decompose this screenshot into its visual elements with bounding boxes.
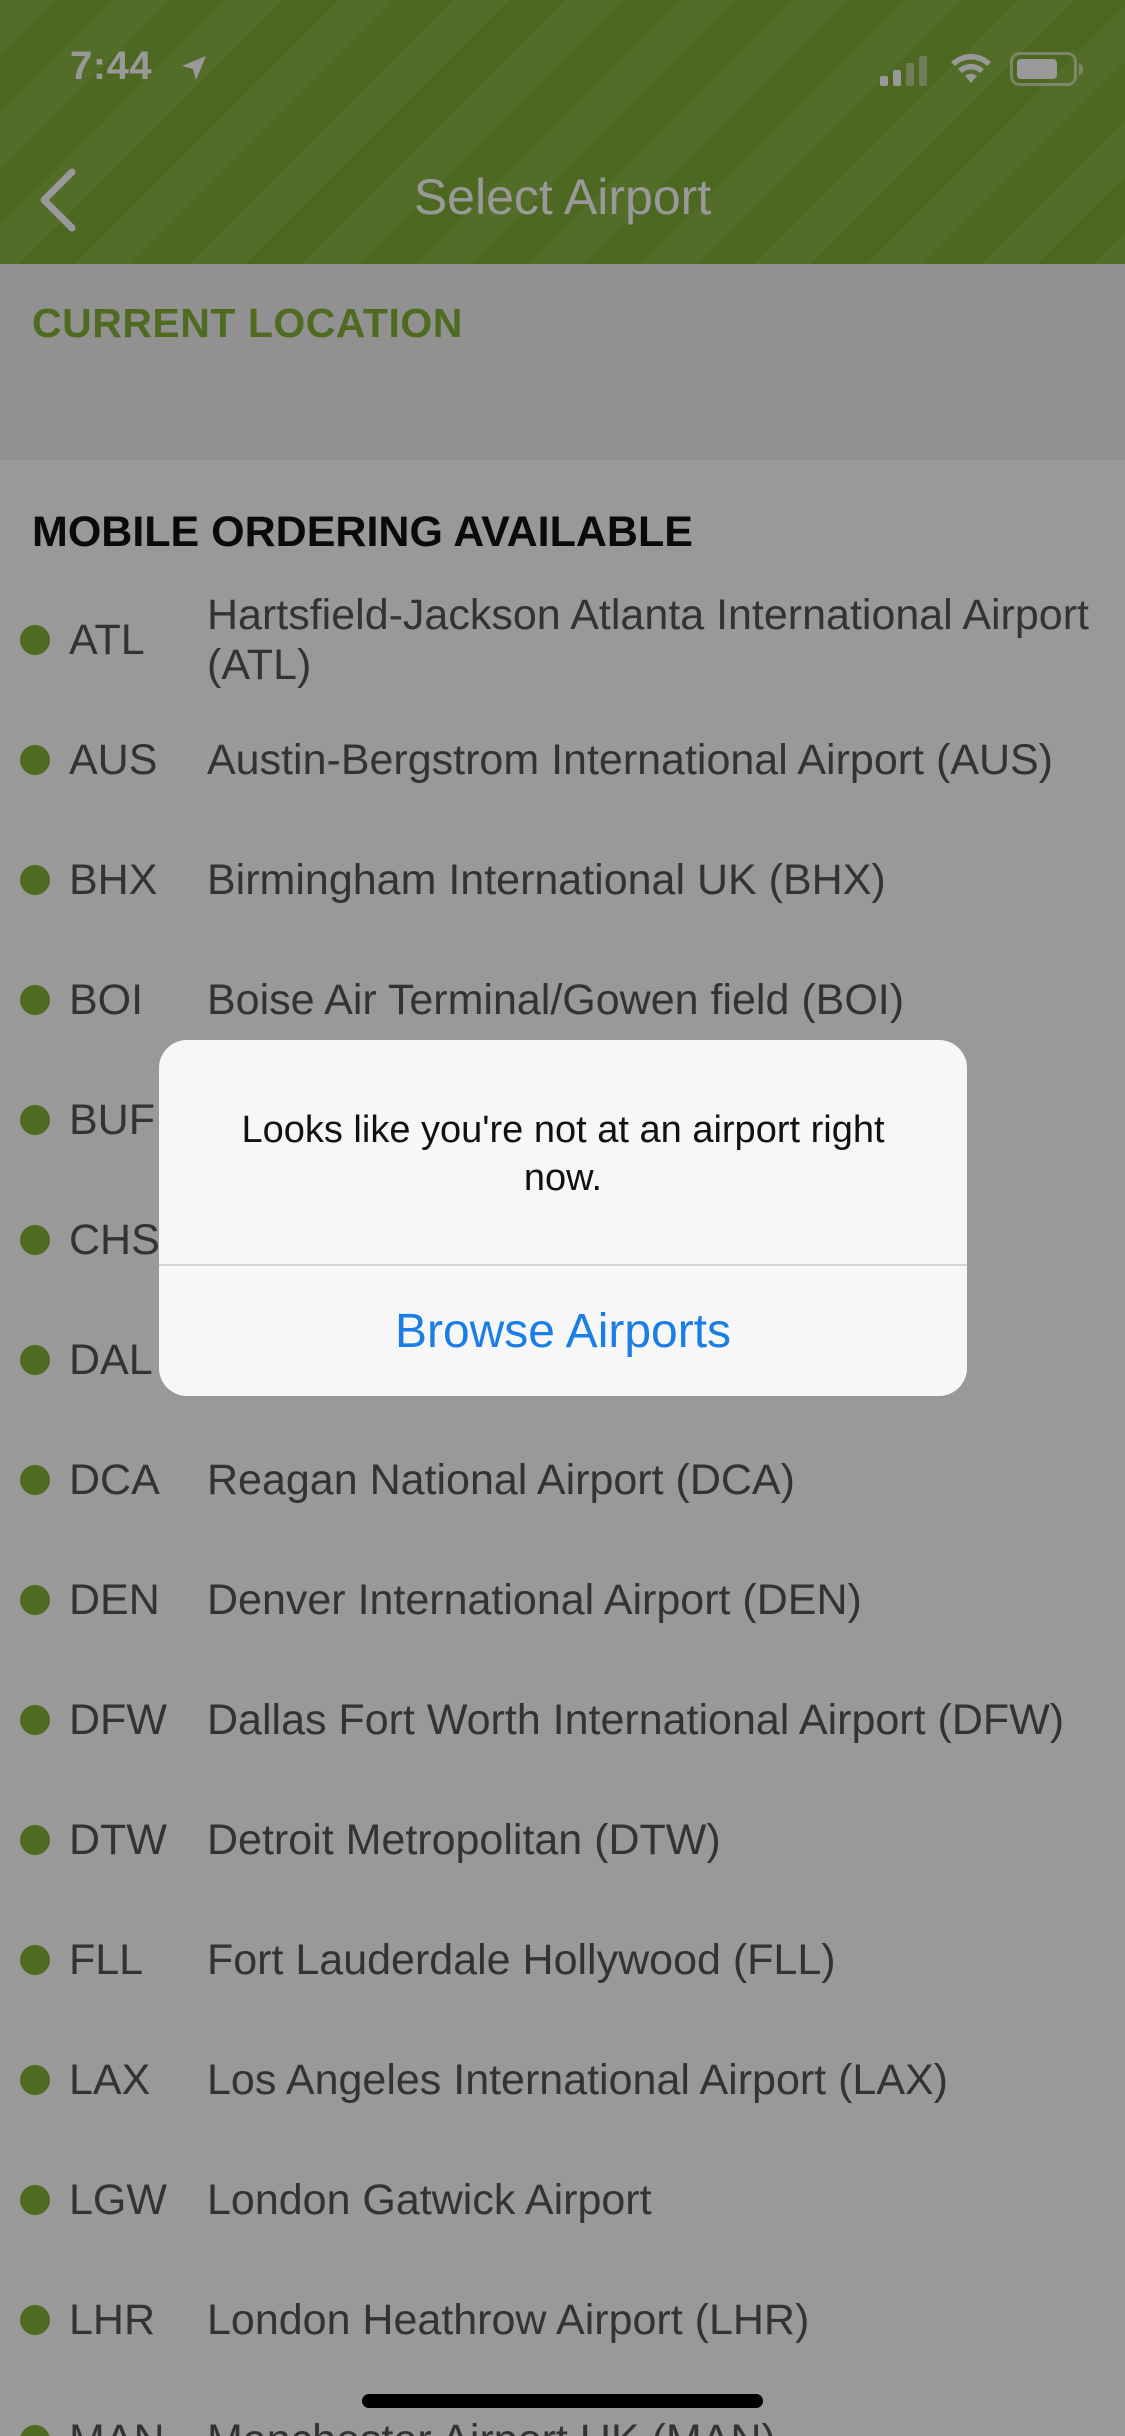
alert-message: Looks like you're not at an airport righ… — [241, 1109, 885, 1199]
not-at-airport-alert: Looks like you're not at an airport righ… — [159, 1040, 967, 1396]
browse-airports-button[interactable]: Browse Airports — [159, 1266, 967, 1396]
home-indicator[interactable] — [362, 2394, 763, 2408]
screen: 7:44 Select Airport CURRENT LOCATION MOB… — [0, 0, 1125, 2436]
